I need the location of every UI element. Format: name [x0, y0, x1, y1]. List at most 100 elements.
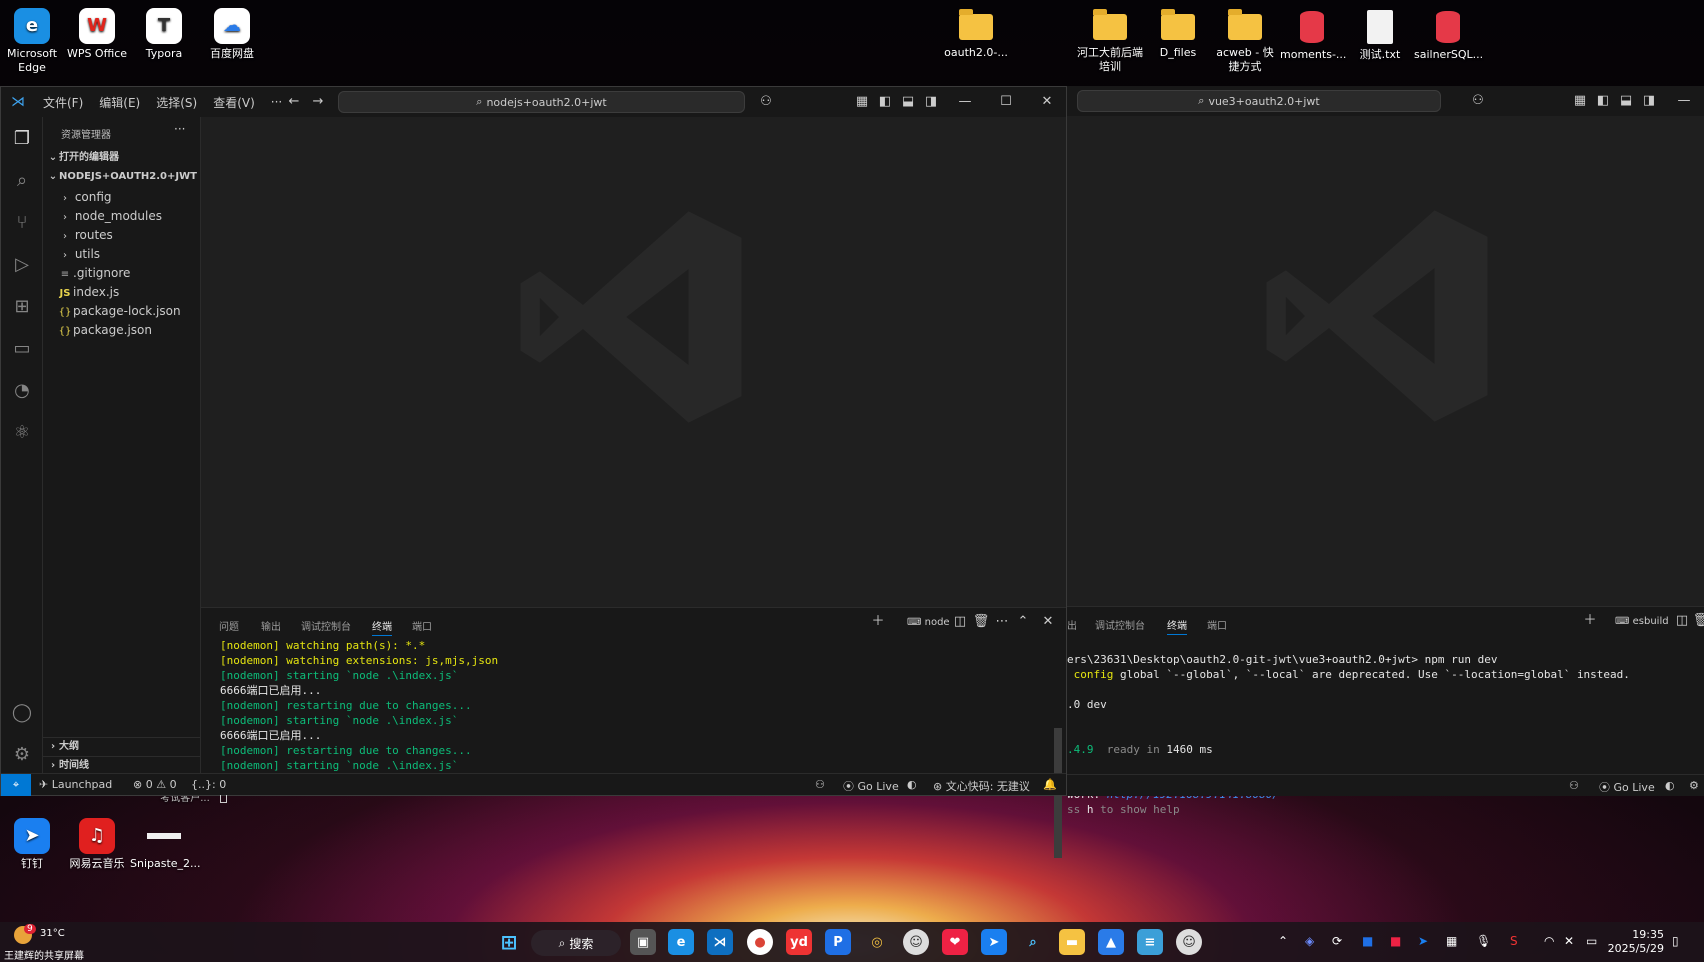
explorer-more-button[interactable]: ··· [174, 122, 185, 136]
wenxin-status[interactable]: ⊛ 文心快码: 无建议 [933, 778, 1030, 794]
forward-arrow-icon[interactable]: → [309, 93, 327, 111]
desktop-icon-test-txt[interactable]: 测试.txt [1348, 8, 1412, 62]
terminal-name[interactable]: ⌨ esbuild [1615, 616, 1669, 627]
desktop-icon-typora[interactable]: T Typora [132, 8, 196, 61]
vscode-window-nodejs[interactable]: ⋊ 文件(F) 编辑(E) 选择(S) 查看(V) ··· ← → ⌕ node… [0, 86, 1067, 858]
desktop-icon-wps[interactable]: W WPS Office [64, 8, 130, 61]
timeline-section[interactable]: › 时间线 [43, 756, 200, 774]
open-editors-section[interactable]: ⌄ 打开的编辑器 [43, 149, 200, 167]
tab-ports[interactable]: 端口 [1207, 617, 1227, 632]
launchpad-button[interactable]: ✈ Launchpad [39, 778, 112, 791]
chrome-taskbar-icon[interactable]: ● [747, 929, 773, 955]
tab-terminal[interactable]: 终端 [1167, 617, 1187, 635]
go-live-button[interactable]: ⦿ Go Live [1599, 779, 1655, 795]
wechat-taskbar-icon[interactable]: ☺ [903, 929, 929, 955]
toggle-panel-icon[interactable]: ⬓ [899, 93, 917, 111]
more-actions-icon[interactable]: ⋯ [993, 613, 1011, 631]
toggle-panel-icon[interactable]: ⬓ [1617, 92, 1635, 110]
account-icon[interactable]: ◯ [10, 701, 34, 725]
trash-icon[interactable]: 🗑 [1692, 612, 1704, 630]
weibo-taskbar-icon[interactable]: ◎ [864, 929, 890, 955]
close-panel-icon[interactable]: ✕ [1039, 613, 1057, 631]
tree-item-config[interactable]: › config [43, 188, 200, 206]
tab-terminal[interactable]: 终端 [372, 618, 392, 636]
toggle-secondary-sidebar-icon[interactable]: ◨ [922, 93, 940, 111]
battery-icon[interactable]: ▭ [1586, 934, 1597, 948]
new-terminal-icon[interactable]: ＋ [869, 613, 887, 631]
tab-debug-console[interactable]: 调试控制台 [301, 618, 351, 633]
maximize-icon[interactable]: ☐ [997, 93, 1015, 111]
git-graph-icon[interactable]: ◔ [10, 379, 34, 403]
source-control-icon[interactable]: ⑂ [10, 211, 34, 235]
back-arrow-icon[interactable]: ← [285, 93, 303, 111]
tab-output[interactable]: 出 [1067, 617, 1077, 632]
tree-item-utils[interactable]: › utils [43, 245, 200, 263]
tree-item-gitignore[interactable]: ≡ .gitignore [43, 264, 200, 282]
weather-temp[interactable]: 31°C [40, 928, 65, 939]
status-extension-icon[interactable]: ◐ [907, 778, 917, 791]
toggle-sidebar-icon[interactable]: ◧ [876, 93, 894, 111]
desktop-icon-hebut-folder[interactable]: 河工大前后端 培训 [1074, 8, 1146, 74]
menu-edit[interactable]: 编辑(E) [91, 94, 148, 111]
p-app-taskbar-icon[interactable]: P [825, 929, 851, 955]
ports-status[interactable]: {..}: 0 [191, 778, 226, 791]
layout-icon[interactable]: ▦ [1571, 92, 1589, 110]
desktop-icon-moments-db[interactable]: moments-... [1280, 8, 1346, 62]
tab-debug-console[interactable]: 调试控制台 [1095, 617, 1145, 632]
desktop-icon-sailner-sql[interactable]: sailnerSQL... [1414, 8, 1483, 62]
file-explorer-taskbar-icon[interactable]: ▬ [1059, 929, 1085, 955]
outline-section[interactable]: › 大纲 [43, 737, 200, 755]
react-icon[interactable]: ⚛ [10, 421, 34, 445]
remote-explorer-icon[interactable]: ▭ [10, 337, 34, 361]
desktop-icon-netease-music[interactable]: ♫ 网易云音乐 [64, 818, 130, 871]
search-app-taskbar-icon[interactable]: ⌕ [1020, 929, 1046, 955]
copilot-icon[interactable]: ⚇ [757, 93, 775, 111]
command-center-search[interactable]: ⌕ vue3+oauth2.0+jwt [1077, 90, 1441, 112]
grid-tray-icon[interactable]: ▦ [1446, 934, 1457, 948]
maximize-panel-icon[interactable]: ⌃ [1014, 613, 1032, 631]
trash-icon[interactable]: 🗑 [972, 613, 990, 631]
shield-icon[interactable]: ◈ [1305, 934, 1314, 948]
run-debug-icon[interactable]: ▷ [10, 253, 34, 277]
tree-item-routes[interactable]: › routes [43, 226, 200, 244]
menu-file[interactable]: 文件(F) [35, 94, 91, 111]
sync-icon[interactable]: ⟳ [1332, 934, 1342, 948]
close-icon[interactable]: ✕ [1038, 93, 1056, 111]
search-icon[interactable]: ⌕ [10, 169, 34, 193]
taskbar-search[interactable]: ⌕ 搜索 [531, 930, 621, 956]
edge-taskbar-icon[interactable]: e [668, 929, 694, 955]
speaker-muted-icon[interactable]: ✕ [1564, 934, 1574, 948]
extensions-icon[interactable]: ⊞ [10, 295, 34, 319]
minimize-icon[interactable]: — [956, 93, 974, 111]
menu-view[interactable]: 查看(V) [205, 94, 263, 111]
copilot-icon[interactable]: ⚇ [1469, 92, 1487, 110]
split-terminal-icon[interactable]: ◫ [1673, 612, 1691, 630]
tab-output[interactable]: 输出 [261, 618, 281, 633]
go-live-button[interactable]: ⦿ Go Live [843, 778, 899, 794]
menu-selection[interactable]: 选择(S) [148, 94, 205, 111]
chevron-up-icon[interactable]: ⌃ [1278, 934, 1288, 948]
command-center-search[interactable]: ⌕ nodejs+oauth2.0+jwt [338, 91, 745, 113]
notification-center-icon[interactable]: ▯ [1672, 934, 1679, 948]
p-tray-icon[interactable]: ■ [1362, 934, 1373, 948]
gear-icon[interactable]: ⚙ [10, 743, 34, 767]
desktop-icon-acweb-shortcut[interactable]: acweb - 快 捷方式 [1212, 8, 1278, 74]
desktop-icon-dfiles-folder[interactable]: D_files [1146, 8, 1210, 60]
project-root-section[interactable]: ⌄ NODEJS+OAUTH2.0+JWT [43, 168, 200, 186]
microphone-icon[interactable]: 🎙 [1476, 934, 1491, 948]
youdao-taskbar-icon[interactable]: yd [786, 929, 812, 955]
clock[interactable]: 19:35 2025/5/29 [1608, 928, 1664, 956]
toggle-sidebar-icon[interactable]: ◧ [1594, 92, 1612, 110]
photos-taskbar-icon[interactable]: ▲ [1098, 929, 1124, 955]
minimize-icon[interactable]: — [1675, 92, 1693, 110]
tree-item-package-json[interactable]: {} package.json [43, 321, 200, 339]
notepad-taskbar-icon[interactable]: ≡ [1137, 929, 1163, 955]
status-extension-icon[interactable]: ◐ [1665, 779, 1675, 792]
chat-taskbar-icon[interactable]: ☺ [1176, 929, 1202, 955]
wifi-icon[interactable]: ◠ [1544, 934, 1554, 948]
vscode-taskbar-icon[interactable]: ⋊ [707, 929, 733, 955]
task-view-icon[interactable]: ▣ [630, 929, 656, 955]
copilot-status-icon[interactable]: ⚇ [815, 778, 825, 791]
tree-item-node-modules[interactable]: › node_modules [43, 207, 200, 225]
settings-sync-icon[interactable]: ⚙ [1689, 779, 1699, 792]
